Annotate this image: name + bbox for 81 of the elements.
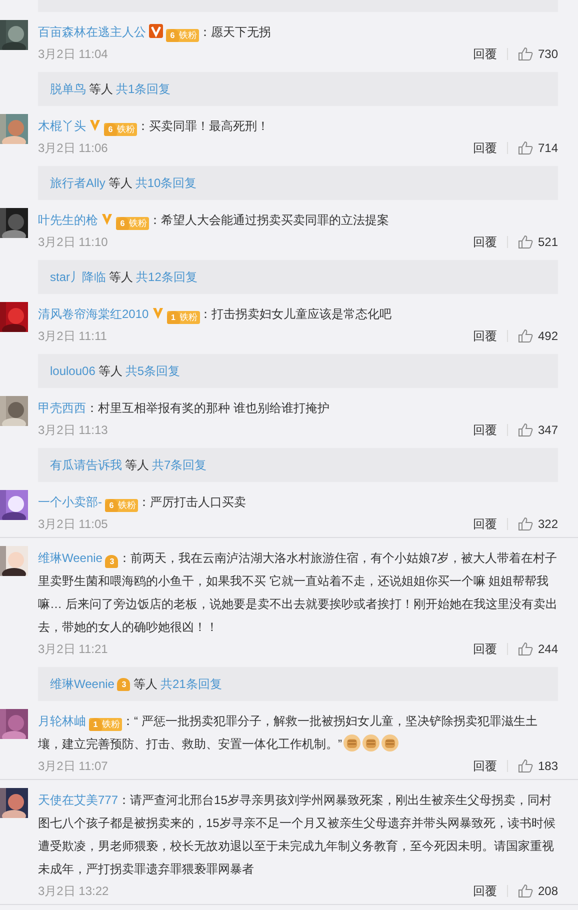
reply-count-link[interactable]: 共5条回复	[125, 362, 180, 380]
reply-button[interactable]: 回覆	[472, 882, 497, 900]
user-name-link[interactable]: 维琳Weenie	[50, 676, 114, 692]
like-count: 208	[538, 884, 558, 898]
user-name-link[interactable]: 月轮林岫	[38, 714, 86, 728]
reply-button[interactable]: 回覆	[472, 516, 497, 532]
verified-icon	[152, 307, 164, 320]
comment-time: 3月2日 13:22	[38, 882, 110, 900]
user-name-link[interactable]: 木棍丫头	[38, 119, 86, 133]
reply-count-link[interactable]: 共1条回复	[116, 80, 171, 98]
like-count: 492	[538, 329, 558, 343]
comment-text: 维琳Weenie 3 ：前两天，我在云南泸沽湖大洛水村旅游住宿，有个小姑娘7岁，被大人带着在村子里卖野生菌和喂海鸥的小鱼干，如果我不买 它就一直站着不走，还说姐姐你买一个嘛 姐姐帮帮我嘛… 后来问了旁边饭店的老板，说她要是卖不出去就要挨吵或者挨打！刚开始她在我这里没有卖出去，带她的女人的确吵她很凶！！	[38, 550, 558, 636]
reply-button[interactable]: 回覆	[472, 328, 497, 344]
fan-badge: 1 铁粉	[89, 718, 122, 731]
like-count: 714	[538, 141, 558, 155]
like-icon[interactable]	[518, 141, 533, 155]
like-icon[interactable]	[518, 423, 533, 437]
like-icon[interactable]	[518, 642, 533, 656]
reply-suffix: 等人	[108, 174, 132, 192]
comment-time: 3月2日 11:06	[38, 140, 109, 156]
comment-time: 3月2日 11:13	[38, 422, 109, 438]
comment-time: 3月2日 11:10	[38, 234, 109, 250]
reply-count-link[interactable]: 共12条回复	[136, 268, 198, 286]
comment-text: 甲壳西西：村里互相举报有奖的那种 谁也别给谁打掩护	[38, 400, 330, 417]
user-name-link[interactable]: 有瓜请告诉我	[50, 456, 122, 474]
like-count: 521	[538, 235, 558, 249]
user-name-link[interactable]: 百亩森林在逃主人公	[38, 25, 146, 39]
reply-button[interactable]: 回覆	[472, 640, 497, 658]
user-name-link[interactable]: 叶先生的枪	[38, 213, 98, 227]
comment-time: 3月2日 11:05	[38, 516, 109, 532]
reply-button[interactable]: 回覆	[472, 422, 497, 438]
like-count: 183	[538, 759, 558, 773]
like-icon[interactable]	[518, 47, 533, 61]
comment-time: 3月2日 11:21	[38, 640, 109, 658]
reply-suffix: 等人	[125, 456, 149, 474]
user-name-link[interactable]: 脱单鸟	[50, 80, 86, 98]
comment-text: 天使在艾美777：请严查河北邢台15岁寻亲男孩刘学州网暴致死案，刚出生被亲生父母拐卖，同村图七八个孩子都是被拐卖来的，15岁寻亲不足一个月又被亲生父母遗弃并带头网暴致死，读书时候遭受欺凌，男老师猥亵，校长无故劝退以至于未完成九年制义务教育，至今死因未明。请国家重视未成年，严打拐卖罪遗弃罪猥亵罪网暴者	[38, 792, 556, 878]
user-name-link[interactable]: 维琳Weenie	[38, 551, 102, 565]
like-count: 244	[538, 642, 558, 656]
like-icon[interactable]	[518, 517, 533, 531]
comment-time: 3月2日 11:11	[38, 328, 108, 344]
verified-icon	[149, 24, 163, 38]
user-name-link[interactable]: loulou06	[50, 364, 96, 378]
user-name-link[interactable]: star丿降临	[50, 268, 106, 286]
reply-button[interactable]: 回覆	[472, 46, 497, 62]
fan-badge: 1 铁粉	[166, 311, 200, 324]
like-count: 347	[538, 423, 558, 437]
user-name-link[interactable]: 旅行者Ally	[50, 174, 106, 192]
fist-icon	[343, 734, 361, 752]
reply-suffix: 等人	[98, 362, 122, 380]
fist-icon	[362, 734, 380, 752]
fist-icon	[381, 734, 399, 752]
reply-suffix: 等人	[133, 676, 158, 692]
like-icon[interactable]	[518, 759, 533, 773]
fan-badge: 6 铁粉	[105, 499, 138, 512]
like-count: 322	[538, 517, 558, 531]
reply-button[interactable]: 回覆	[472, 140, 497, 156]
reply-count-link[interactable]: 共7条回复	[152, 456, 207, 474]
user-name-link[interactable]: 一个小卖部-	[38, 495, 102, 509]
like-icon[interactable]	[518, 329, 533, 343]
like-icon[interactable]	[518, 235, 533, 249]
reply-count-link[interactable]: 共21条回复	[160, 676, 222, 692]
fan-badge: 6 铁粉	[166, 29, 199, 42]
reply-suffix: 等人	[89, 80, 113, 98]
like-count: 730	[538, 47, 558, 61]
reply-button[interactable]: 回覆	[472, 234, 497, 250]
fan-badge: 3	[105, 555, 118, 568]
fan-badge: 6 铁粉	[104, 123, 137, 136]
fan-badge: 6 铁粉	[116, 217, 149, 230]
user-name-link[interactable]: 甲壳西西	[38, 401, 86, 415]
reply-suffix: 等人	[109, 268, 134, 286]
reply-button[interactable]: 回覆	[472, 758, 497, 774]
reply-count-link[interactable]: 共10条回复	[135, 174, 197, 192]
comment-time: 3月2日 11:04	[38, 46, 109, 62]
user-name-link[interactable]: 清风卷帘海棠红2010	[38, 307, 149, 321]
like-icon[interactable]	[518, 884, 533, 898]
fan-badge: 3	[117, 678, 130, 690]
user-name-link[interactable]: 天使在艾美777	[38, 793, 118, 807]
verified-icon	[89, 119, 101, 132]
comment-time: 3月2日 11:07	[38, 758, 109, 774]
verified-icon	[101, 213, 113, 226]
